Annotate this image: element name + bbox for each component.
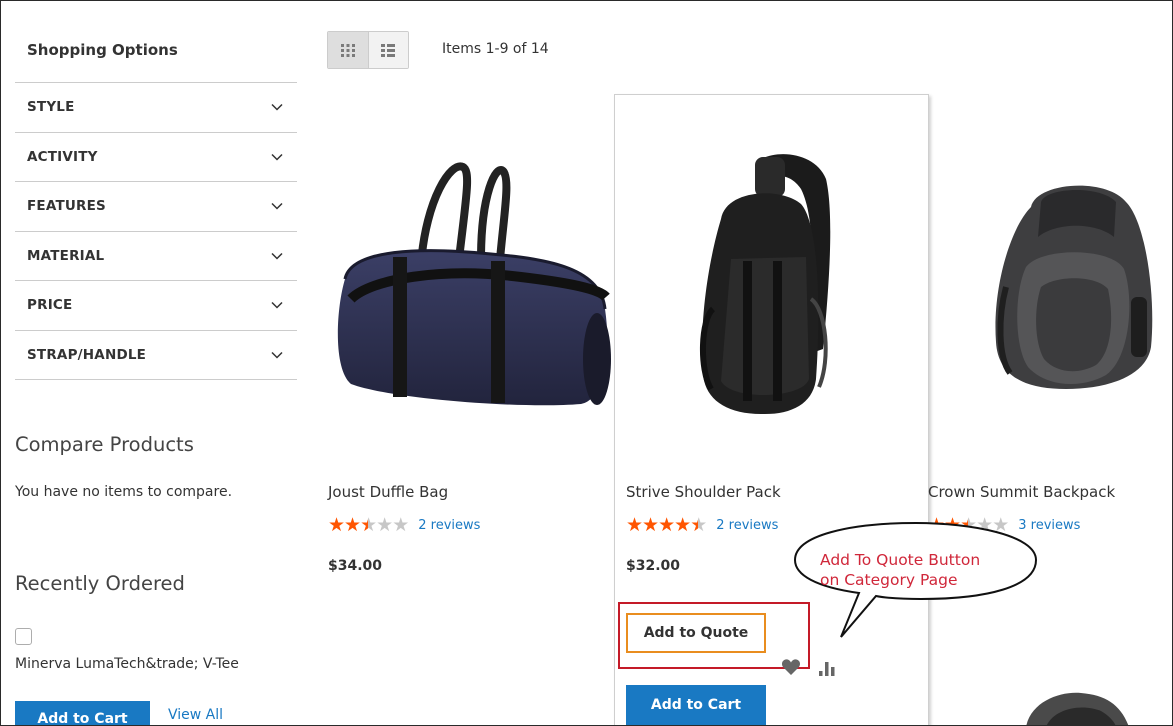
callout-line-1: Add To Quote Button xyxy=(820,551,981,569)
shopping-options-title: Shopping Options xyxy=(15,27,297,83)
add-to-quote-button[interactable]: Add to Quote xyxy=(626,613,766,653)
star-half-icon: ★ xyxy=(690,514,707,536)
filter-activity[interactable]: ACTIVITY xyxy=(15,133,297,182)
product-name-crown-summit-backpack[interactable]: Crown Summit Backpack xyxy=(928,483,1115,501)
sidebar-add-to-cart-button[interactable]: Add to Cart xyxy=(15,701,150,725)
chevron-down-icon xyxy=(271,200,283,212)
list-icon xyxy=(381,43,396,57)
product-image-partial xyxy=(1026,692,1129,725)
chevron-down-icon xyxy=(271,250,283,262)
filter-label: STRAP/HANDLE xyxy=(27,346,147,363)
filter-style[interactable]: STYLE xyxy=(15,83,297,133)
star-icon: ★ xyxy=(626,514,643,536)
recent-item-name[interactable]: Minerva LumaTech&trade; V-Tee xyxy=(15,656,239,672)
star-icon: ★ xyxy=(642,514,659,536)
filter-label: MATERIAL xyxy=(27,247,105,264)
product-rating: ★ ★ ★ ★ ★ 2 reviews xyxy=(626,516,778,535)
product-image-shoulder-pack[interactable] xyxy=(691,149,841,417)
star-icon: ★ xyxy=(658,514,675,536)
grid-icon xyxy=(340,43,355,57)
star-empty-icon: ★ xyxy=(392,514,409,536)
product-name-strive-shoulder-pack[interactable]: Strive Shoulder Pack xyxy=(626,483,781,501)
view-all-link[interactable]: View All xyxy=(168,707,223,723)
callout-text: Add To Quote Button on Category Page xyxy=(820,550,980,590)
compare-products-title: Compare Products xyxy=(15,433,194,456)
callout-line-2: on Category Page xyxy=(820,571,958,589)
product-price: $32.00 xyxy=(626,558,681,574)
reviews-link[interactable]: 2 reviews xyxy=(418,518,480,533)
chevron-down-icon xyxy=(271,349,283,361)
speech-bubble-callout xyxy=(793,521,1038,638)
toolbar-item-count: Items 1-9 of 14 xyxy=(442,41,549,57)
sidebar: Shopping Options STYLE ACTIVITY FEATURES… xyxy=(15,27,297,380)
grid-view-button[interactable] xyxy=(328,32,368,68)
filter-label: FEATURES xyxy=(27,198,106,215)
star-half-icon: ★ xyxy=(360,514,377,536)
page-frame: Shopping Options STYLE ACTIVITY FEATURES… xyxy=(0,0,1173,726)
compare-empty-message: You have no items to compare. xyxy=(15,484,233,500)
product-rating: ★ ★ ★ ★ ★ 2 reviews xyxy=(328,516,480,535)
filter-label: STYLE xyxy=(27,99,75,116)
product-image-backpack[interactable] xyxy=(986,177,1161,392)
product-image-duffle-bag[interactable] xyxy=(331,159,613,411)
list-view-button[interactable] xyxy=(367,32,408,68)
filter-label: ACTIVITY xyxy=(27,148,98,165)
product-price: $34.00 xyxy=(328,558,383,574)
reviews-link[interactable]: 2 reviews xyxy=(716,518,778,533)
star-empty-icon: ★ xyxy=(376,514,393,536)
recently-ordered-title: Recently Ordered xyxy=(15,572,185,595)
recent-item-checkbox[interactable] xyxy=(15,628,32,645)
chevron-down-icon xyxy=(271,151,283,163)
filter-features[interactable]: FEATURES xyxy=(15,182,297,232)
filter-price[interactable]: PRICE xyxy=(15,281,297,331)
product-name-joust-duffle-bag[interactable]: Joust Duffle Bag xyxy=(328,483,448,501)
product-add-to-cart-button[interactable]: Add to Cart xyxy=(626,685,766,725)
filter-strap-handle[interactable]: STRAP/HANDLE xyxy=(15,331,297,380)
view-mode-switcher xyxy=(327,31,409,69)
star-icon: ★ xyxy=(674,514,691,536)
star-icon: ★ xyxy=(344,514,361,536)
star-icon: ★ xyxy=(328,514,345,536)
filter-label: PRICE xyxy=(27,297,73,314)
filter-material[interactable]: MATERIAL xyxy=(15,232,297,281)
chevron-down-icon xyxy=(271,299,283,311)
chevron-down-icon xyxy=(271,101,283,113)
